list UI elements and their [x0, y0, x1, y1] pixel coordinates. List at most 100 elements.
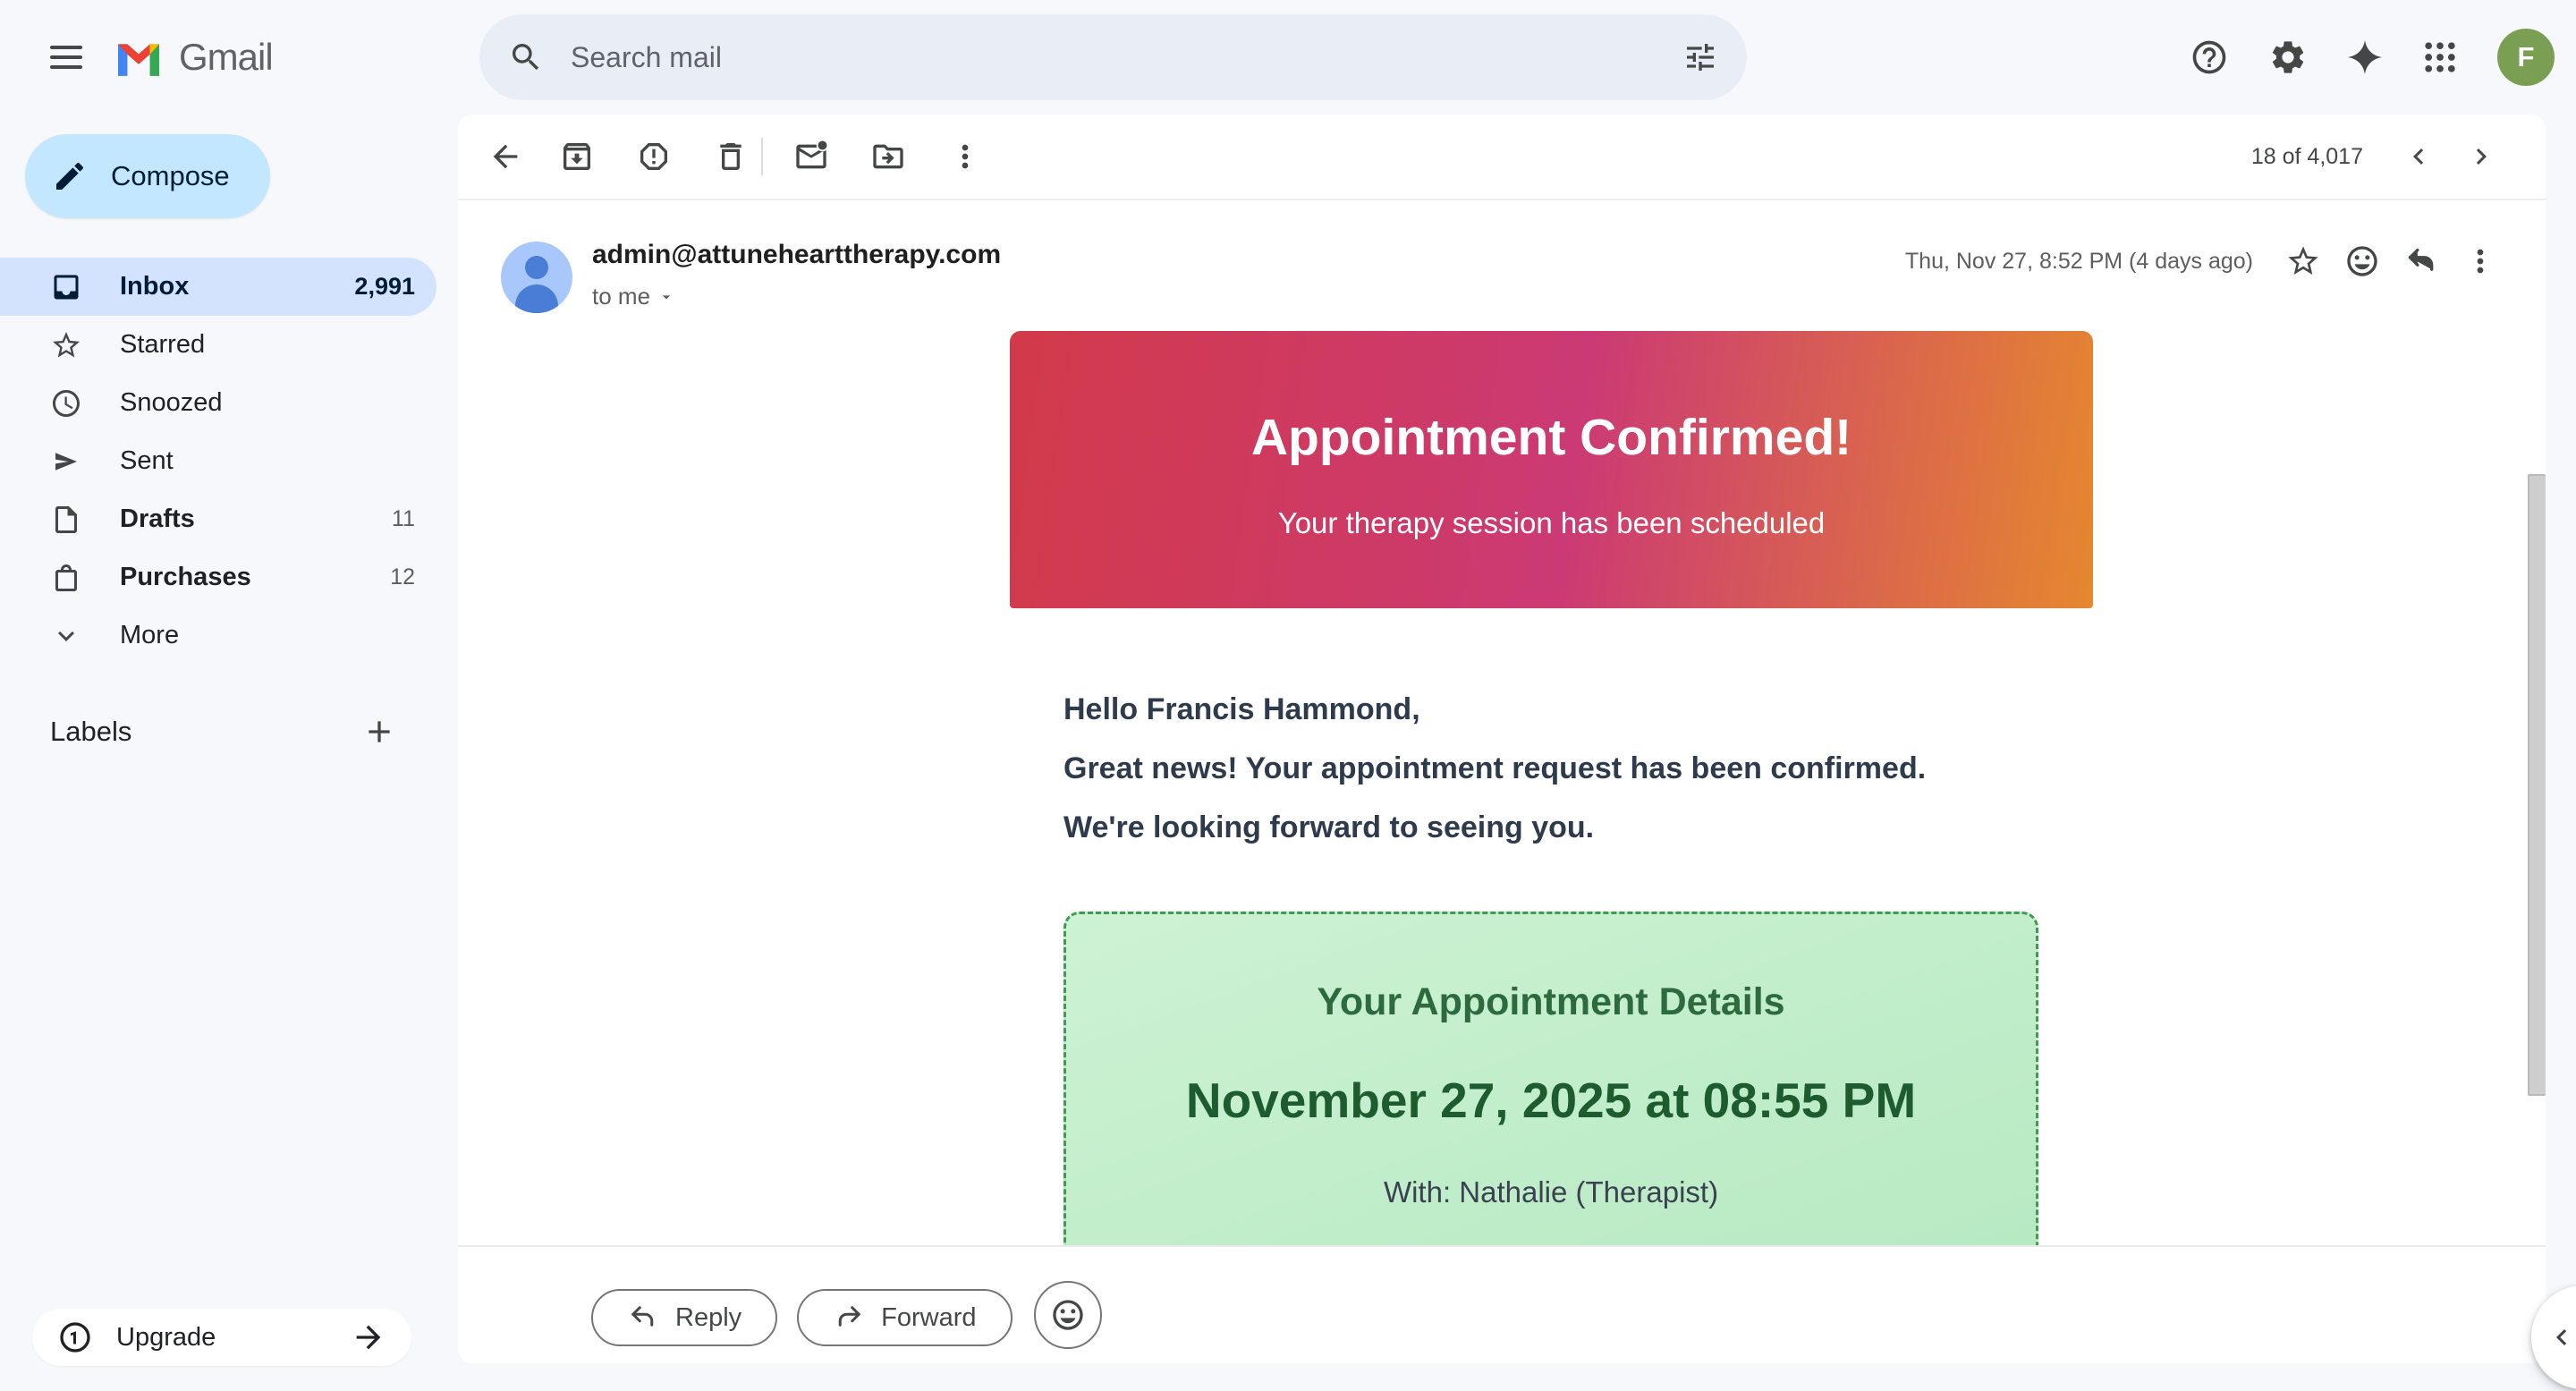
banner-subtitle: Your therapy session has been scheduled	[1278, 506, 1826, 540]
sidebar-item-label: Snoozed	[120, 388, 223, 418]
sidebar-item-label: Sent	[120, 446, 174, 476]
account-avatar[interactable]: F	[2497, 29, 2555, 86]
upgrade-label: Upgrade	[116, 1323, 216, 1353]
body-line-2: We're looking forward to seeing you.	[1063, 798, 1926, 857]
body-line-1: Great news! Your appointment request has…	[1063, 739, 1926, 798]
send-icon	[45, 440, 88, 483]
gmail-wordmark: Gmail	[179, 36, 273, 79]
gmail-m-icon	[113, 37, 165, 78]
scrollbar-thumb[interactable]	[2528, 474, 2546, 1096]
forward-button[interactable]: Forward	[797, 1289, 1012, 1346]
sidebar-item-snoozed[interactable]: Snoozed	[0, 374, 436, 432]
sidebar-item-more[interactable]: More	[0, 606, 436, 665]
appointment-details-card: Your Appointment Details November 27, 20…	[1063, 912, 2038, 1245]
sidebar-item-label: More	[120, 621, 179, 650]
pencil-icon	[52, 158, 88, 194]
greeting-line: Hello Francis Hammond,	[1063, 680, 1926, 739]
avatar-initial: F	[2518, 41, 2535, 73]
move-to-icon[interactable]	[865, 133, 911, 180]
recipient-label: to me	[592, 283, 650, 310]
recipient-dropdown[interactable]: to me	[592, 283, 675, 310]
add-label-plus-icon[interactable]	[358, 710, 401, 753]
archive-icon[interactable]	[554, 133, 600, 180]
message-bottom-divider	[458, 1245, 2546, 1247]
message-actions: Reply Forward	[591, 1286, 1102, 1349]
reply-label: Reply	[675, 1303, 741, 1333]
emoji-reaction-icon[interactable]	[2339, 238, 2385, 284]
email-banner: Appointment Confirmed! Your therapy sess…	[1010, 331, 2093, 608]
compose-button[interactable]: Compose	[25, 134, 270, 218]
reply-arrow-icon	[627, 1302, 659, 1334]
star-message-icon[interactable]	[2280, 238, 2326, 284]
gmail-app: Gmail F Compose Inbox 2,991	[0, 0, 2576, 1391]
labels-heading: Labels	[50, 716, 131, 748]
details-datetime: November 27, 2025 at 08:55 PM	[1066, 1072, 2036, 1129]
back-icon[interactable]	[482, 133, 529, 180]
sender-avatar[interactable]	[501, 242, 572, 313]
message-more-options-icon[interactable]	[2457, 238, 2504, 284]
dropdown-caret-icon	[657, 288, 675, 306]
search-input[interactable]	[571, 41, 1679, 74]
email-toolbar	[458, 115, 2546, 199]
circled-one-icon	[57, 1319, 93, 1355]
sidebar-item-label: Starred	[120, 330, 205, 360]
avatar-person-body	[515, 284, 558, 313]
message-meta: Thu, Nov 27, 8:52 PM (4 days ago)	[1905, 238, 2504, 284]
draft-file-icon	[45, 498, 88, 541]
more-options-icon[interactable]	[942, 133, 988, 180]
star-icon	[45, 324, 88, 367]
shopping-bag-icon	[45, 556, 88, 599]
sidebar-nav: Inbox 2,991 Starred Snoozed Sent Drafts …	[0, 258, 436, 665]
forward-label: Forward	[881, 1303, 976, 1333]
search-bar[interactable]	[479, 14, 1747, 100]
compose-label: Compose	[111, 160, 230, 192]
pagination: 18 of 4,017	[2251, 115, 2501, 199]
sidebar-item-label: Purchases	[120, 563, 251, 592]
email-body-text: Hello Francis Hammond, Great news! Your …	[1063, 680, 1926, 857]
message-region: admin@attunehearttherapy.com to me Thu, …	[458, 200, 2546, 1245]
sidebar-item-sent[interactable]: Sent	[0, 432, 436, 490]
chevron-down-icon	[45, 615, 88, 657]
sidebar-item-starred[interactable]: Starred	[0, 316, 436, 374]
banner-title: Appointment Confirmed!	[1251, 408, 1852, 467]
sender-email[interactable]: admin@attunehearttherapy.com	[592, 240, 1001, 270]
search-options-icon[interactable]	[1679, 36, 1722, 79]
inbox-icon	[45, 266, 88, 309]
clock-icon	[45, 382, 88, 425]
details-therapist: With: Nathalie (Therapist)	[1066, 1175, 2036, 1209]
sidebar-item-label: Inbox	[120, 272, 189, 301]
details-heading: Your Appointment Details	[1066, 980, 2036, 1024]
reply-icon[interactable]	[2398, 238, 2445, 284]
message-timestamp: Thu, Nov 27, 8:52 PM (4 days ago)	[1905, 249, 2253, 275]
sidebar-item-purchases[interactable]: Purchases 12	[0, 548, 436, 606]
help-icon[interactable]	[2188, 36, 2231, 79]
sidebar-item-drafts[interactable]: Drafts 11	[0, 490, 436, 548]
sidebar-item-count: 11	[392, 506, 415, 532]
apps-grid-icon[interactable]	[2419, 36, 2462, 79]
gemini-sparkle-icon[interactable]	[2343, 36, 2386, 79]
toolbar-divider	[761, 138, 763, 175]
emoji-reaction-button[interactable]	[1034, 1281, 1102, 1349]
forward-arrow-icon	[833, 1302, 865, 1334]
report-spam-icon[interactable]	[631, 133, 677, 180]
avatar-person-icon	[525, 256, 548, 279]
sidebar-item-count: 2,991	[354, 273, 415, 301]
arrow-right-icon	[351, 1319, 386, 1355]
previous-email-icon[interactable]	[2399, 137, 2438, 176]
upgrade-button[interactable]: Upgrade	[32, 1309, 411, 1366]
sidebar-item-label: Drafts	[120, 505, 195, 534]
email-view-card: 18 of 4,017 admin@attunehearttherapy.com…	[458, 115, 2546, 1363]
pagination-count: 18 of 4,017	[2251, 144, 2363, 170]
search-icon[interactable]	[504, 36, 547, 79]
next-email-icon[interactable]	[2462, 137, 2501, 176]
hamburger-menu-icon[interactable]	[45, 36, 88, 79]
settings-gear-icon[interactable]	[2267, 36, 2309, 79]
chevron-left-icon	[2546, 1321, 2576, 1353]
gmail-logo[interactable]: Gmail	[113, 36, 273, 79]
sidebar-item-inbox[interactable]: Inbox 2,991	[0, 258, 436, 316]
reply-button[interactable]: Reply	[591, 1289, 777, 1346]
labels-section: Labels	[0, 707, 436, 757]
delete-icon[interactable]	[708, 133, 754, 180]
sidebar-item-count: 12	[390, 564, 415, 590]
mark-unread-icon[interactable]	[788, 133, 835, 180]
